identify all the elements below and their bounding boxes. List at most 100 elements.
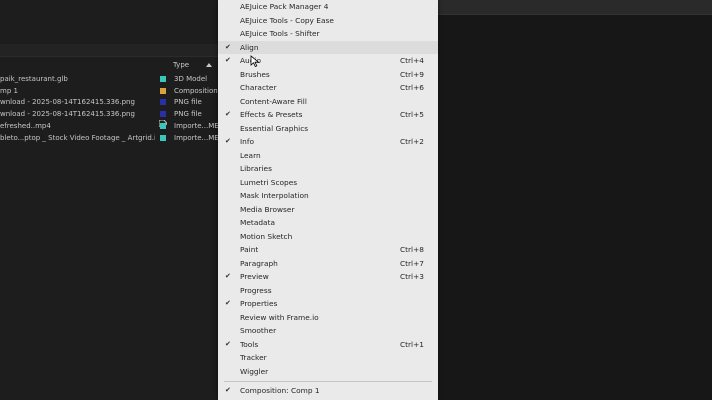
menu-item-label: Smoother [240,326,277,335]
project-item-name: wnload - 2025-08-14T162415.336.png [0,98,135,107]
checkmark-icon: ✔ [225,272,231,280]
menu-item-properties[interactable]: ✔ Properties [218,297,438,311]
checkmark-icon: ✔ [225,42,231,51]
menu-item-label: Motion Sketch [240,231,293,241]
mouse-cursor-icon [250,55,260,67]
menu-item-label: Content-Aware Fill [240,96,307,106]
menu-item-tracker[interactable]: Tracker [218,351,438,365]
project-item-type: Composition [174,86,218,95]
menu-item-shortcut: Ctrl+2 [399,137,424,146]
project-item-name: bleto...ptop _ Stock Video Footage _ Art… [0,133,155,142]
menu-item-aejuice-pack-manager-4[interactable]: AEJuice Pack Manager 4 [218,0,438,14]
menu-item-smoother[interactable]: Smoother [218,324,438,338]
type-column-header[interactable]: Type [173,61,189,69]
menu-item-shortcut: Ctrl+8 [399,245,424,254]
checkmark-icon: ✔ [225,299,231,307]
project-item-type: PNG file [174,98,202,107]
project-item-type: PNG file [174,110,202,119]
menu-item-aejuice-tools-shifter[interactable]: AEJuice Tools - Shifter [218,27,438,41]
menu-item-label: Brushes [240,69,270,79]
menu-item-shortcut: Ctrl+9 [399,69,424,79]
menu-item-label: Paragraph [240,258,278,268]
project-item-row[interactable]: mp 1 Composition [0,86,218,97]
menu-item-wiggler[interactable]: Wiggler [218,365,438,379]
menu-item-label: AEJuice Pack Manager 4 [240,2,329,11]
label-color-swatch[interactable] [160,87,166,94]
menu-item-label: Review with Frame.io [240,312,319,322]
menu-item-label: Libraries [240,164,272,173]
menu-item-shortcut: Ctrl+3 [399,272,424,281]
project-item-type: Importe...MEX [174,133,218,142]
project-item-row[interactable]: wnload - 2025-08-14T162415.336.png PNG fi… [0,97,218,108]
viewer-tab-bar [438,0,712,15]
menu-item-label: Composition: Comp 1 [240,386,320,395]
menu-item-label: Effects & Presets [240,110,303,119]
menu-item-label: Metadata [240,218,275,227]
project-item-row[interactable]: wnload - 2025-08-14T162415.336.png PNG fi… [0,109,218,120]
menu-item-label: Align [240,42,259,52]
menu-item-label: Learn [240,150,261,160]
menu-item-review-with-frame-io[interactable]: Review with Frame.io [218,311,438,325]
menu-item-label: Essential Graphics [240,123,309,133]
menu-item-label: Preview [240,272,269,281]
project-item-name: efreshed..mp4 [0,121,51,130]
menu-item-label: Progress [240,285,272,295]
menu-item-essential-graphics[interactable]: Essential Graphics [218,122,438,136]
menu-item-info[interactable]: ✔ Info Ctrl+2 [218,135,438,149]
project-item-row[interactable]: bleto...ptop _ Stock Video Footage _ Art… [0,133,218,144]
menu-item-shortcut: Ctrl+6 [399,83,424,92]
project-item-row[interactable]: paik_restaurant.glb 3D Model [0,74,218,85]
checkmark-icon: ✔ [225,110,231,118]
menu-item-label: Wiggler [240,366,269,376]
label-color-swatch[interactable] [160,122,166,129]
menu-item-label: Info [240,137,254,146]
composition-viewer[interactable] [438,0,712,400]
menu-item-label: Character [240,83,277,92]
menu-item-libraries[interactable]: Libraries [218,162,438,176]
menu-item-preview[interactable]: ✔ Preview Ctrl+3 [218,270,438,284]
checkmark-icon: ✔ [225,56,231,64]
menu-item-label: Tracker [240,353,267,362]
menu-item-label: Mask Interpolation [240,191,309,200]
menu-item-composition-comp-1[interactable]: ✔ Composition: Comp 1 [218,384,438,398]
menu-item-label: Paint [240,245,259,254]
menu-item-character[interactable]: Character Ctrl+6 [218,81,438,95]
menu-item-progress[interactable]: Progress [218,284,438,298]
menu-item-lumetri-scopes[interactable]: Lumetri Scopes [218,176,438,190]
menu-item-content-aware-fill[interactable]: Content-Aware Fill [218,95,438,109]
checkmark-icon: ✔ [225,137,231,145]
menu-separator [224,381,432,382]
menu-item-motion-sketch[interactable]: Motion Sketch [218,230,438,244]
project-item-name: paik_restaurant.glb [0,75,68,83]
project-panel: Type paik_restaurant.glb 3D Model mp 1 Comp… [0,0,218,400]
menu-item-label: Media Browser [240,204,295,214]
menu-item-label: AEJuice Tools - Copy Ease [240,15,334,25]
sort-ascending-icon[interactable] [206,63,212,67]
menu-item-media-browser[interactable]: Media Browser [218,203,438,217]
checkmark-icon: ✔ [225,386,231,394]
menu-item-shortcut: Ctrl+4 [399,56,424,65]
menu-item-tools[interactable]: ✔ Tools Ctrl+1 [218,338,438,352]
menu-item-label: AEJuice Tools - Shifter [240,29,320,38]
menu-item-learn[interactable]: Learn [218,149,438,163]
project-item-name: mp 1 [0,86,18,95]
menu-item-effects-presets[interactable]: ✔ Effects & Presets Ctrl+5 [218,108,438,122]
label-color-swatch[interactable] [160,111,166,118]
menu-item-align[interactable]: ✔ Align [218,40,438,54]
window-menu-dropdown: Wiggler Tracker ✔ Tools Ctrl+1 Smoother Review… [218,0,438,400]
project-item-type: Importe...MEX [174,121,218,130]
menu-item-mask-interpolation[interactable]: Mask Interpolation [218,189,438,203]
menu-item-brushes[interactable]: Brushes Ctrl+9 [218,68,438,82]
label-color-swatch[interactable] [160,99,166,106]
menu-item-metadata[interactable]: Metadata [218,216,438,230]
label-color-swatch[interactable] [160,76,166,82]
project-item-row[interactable]: efreshed..mp4 Importe...MEX [0,121,218,132]
label-color-swatch[interactable] [160,134,166,141]
menu-item-paragraph[interactable]: Paragraph Ctrl+7 [218,257,438,271]
menu-item-paint[interactable]: Paint Ctrl+8 [218,243,438,257]
checkmark-icon: ✔ [225,339,231,348]
menu-item-label: Properties [240,299,278,308]
menu-item-aejuice-tools-copy-ease[interactable]: AEJuice Tools - Copy Ease [218,14,438,28]
project-item-type: 3D Model [174,75,208,83]
menu-item-label: Lumetri Scopes [240,177,298,187]
